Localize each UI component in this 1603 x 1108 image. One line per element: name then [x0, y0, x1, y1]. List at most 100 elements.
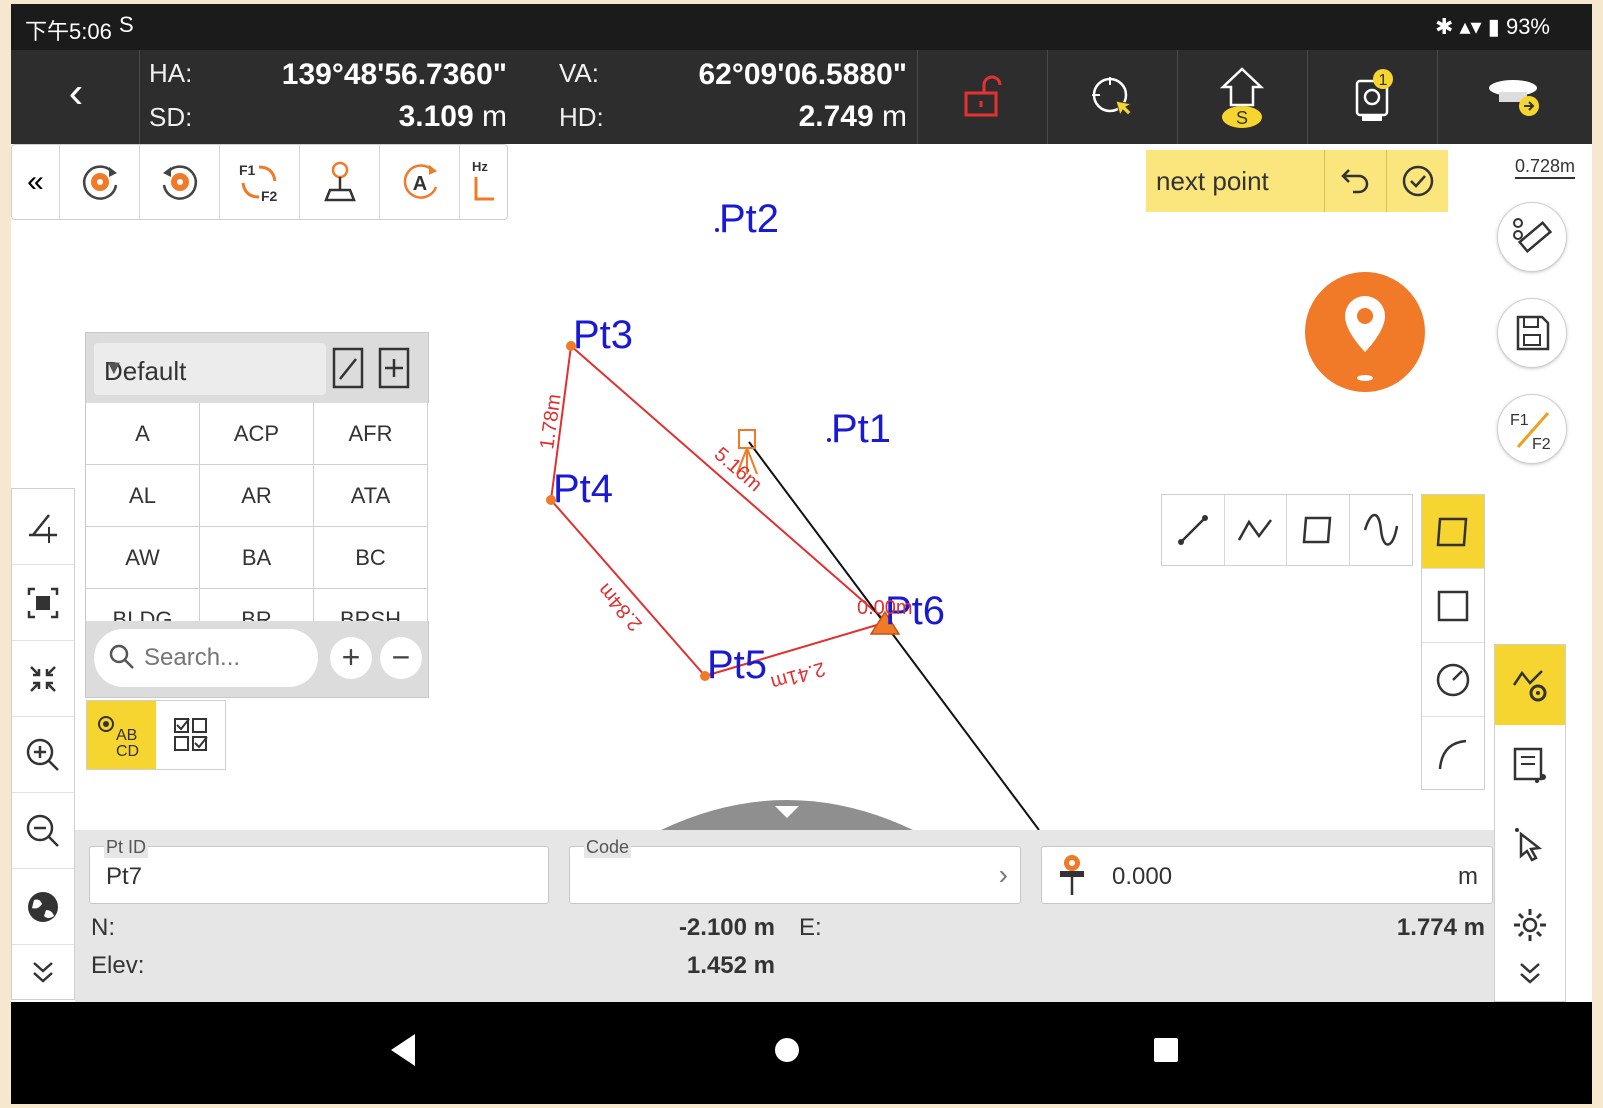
- face-swap-button[interactable]: F1 F2: [220, 145, 300, 219]
- code-field[interactable]: Code ›: [569, 837, 1021, 904]
- list-icon: [1513, 747, 1546, 783]
- multi-code-mode-button[interactable]: [156, 701, 225, 769]
- code-item[interactable]: BRSH: [314, 589, 428, 621]
- rectangle-icon: [1437, 590, 1469, 621]
- code-item[interactable]: AL: [86, 465, 200, 527]
- expand-right-button[interactable]: [1495, 945, 1565, 1001]
- polygon-shape-button[interactable]: [1422, 495, 1484, 569]
- layer-dropdown[interactable]: Default ▼: [94, 343, 326, 395]
- shape-tools: [1421, 494, 1485, 790]
- code-item[interactable]: BA: [200, 527, 314, 589]
- zoom-out-icon: [26, 814, 59, 847]
- arc-shape-button[interactable]: [1422, 717, 1484, 791]
- f1-f2-swap-icon: F1 F2: [239, 162, 278, 204]
- target-height-field[interactable]: 0.000 m: [1041, 846, 1493, 904]
- edit-code-button[interactable]: [330, 345, 370, 393]
- nav-home-icon[interactable]: [771, 1032, 803, 1068]
- save-button[interactable]: [1497, 298, 1567, 368]
- collapse-icon: «: [27, 165, 44, 198]
- line-pt4-pt5: [550, 499, 706, 677]
- zoom-in-list-button[interactable]: +: [330, 637, 372, 679]
- f1-label: F1: [1510, 412, 1529, 429]
- code-item[interactable]: AW: [86, 527, 200, 589]
- app-window: 下午5:06 S ✱ ▴▾ ▮ 93% ‹ HA: 139°48'56.7360…: [11, 4, 1592, 1104]
- code-search: [94, 629, 318, 687]
- undo-button[interactable]: [1324, 150, 1386, 212]
- right-map-toolbar: [1494, 644, 1566, 1002]
- pt-id-value: Pt7: [106, 863, 143, 890]
- collapse-toolbar-button[interactable]: «: [12, 145, 60, 219]
- f1-label: F1: [239, 162, 256, 178]
- dimension-label: 2.84m: [594, 579, 647, 635]
- double-chevron-down-icon: [33, 962, 53, 983]
- stakeout-tool-button[interactable]: [12, 489, 74, 565]
- rotate-ccw-button[interactable]: [140, 145, 220, 219]
- code-item[interactable]: A: [86, 403, 200, 465]
- dimension-label: 1.78m: [536, 393, 566, 451]
- nav-recents-icon[interactable]: [1151, 1032, 1181, 1068]
- code-item[interactable]: BLDG: [86, 589, 200, 621]
- nav-back-icon[interactable]: [389, 1032, 419, 1068]
- point-list-button[interactable]: [1495, 725, 1565, 805]
- code-grid: A ACP AFR AL AR ATA AW BA BC BLDG BR BRS…: [86, 403, 430, 621]
- elev-label: Elev:: [91, 952, 145, 979]
- rotate-cw-button[interactable]: [60, 145, 140, 219]
- code-item[interactable]: AFR: [314, 403, 428, 465]
- zoom-in-button[interactable]: [12, 717, 74, 793]
- add-code-button[interactable]: [376, 345, 416, 393]
- ruler-icon: [1513, 218, 1553, 253]
- circle-shape-button[interactable]: [1422, 643, 1484, 717]
- search-input[interactable]: [144, 639, 304, 677]
- instrument-toolbar: « F1 F2 A Hz: [11, 144, 508, 220]
- pt-id-label: Pt ID: [104, 837, 149, 858]
- caret-down-icon: ▼: [104, 357, 124, 379]
- confirm-button[interactable]: [1386, 150, 1448, 212]
- auto-search-button[interactable]: A: [380, 145, 460, 219]
- scale-bar: 0.728m: [1515, 156, 1576, 179]
- joystick-icon: [323, 161, 356, 202]
- collapse-view-button[interactable]: [12, 641, 74, 717]
- ab-label: AB: [116, 727, 137, 744]
- undo-icon: [1340, 169, 1368, 194]
- polygon-tool-button[interactable]: [1287, 495, 1350, 565]
- joystick-button[interactable]: [300, 145, 380, 219]
- code-item[interactable]: AR: [200, 465, 314, 527]
- edit-icon: [332, 347, 364, 389]
- point-label: Pt4: [553, 467, 613, 511]
- face-toggle-button[interactable]: F1 F2: [1497, 394, 1567, 464]
- left-map-toolbar: [11, 488, 75, 1000]
- f1-f2-icon: F1 F2: [1510, 412, 1551, 453]
- single-code-mode-button[interactable]: AB CD: [87, 701, 156, 769]
- basemap-button[interactable]: [12, 869, 74, 945]
- line-settings-button[interactable]: [1495, 645, 1565, 725]
- line-tool-button[interactable]: [1162, 495, 1225, 565]
- rectangle-shape-button[interactable]: [1422, 569, 1484, 643]
- point-label: Pt2: [719, 197, 779, 241]
- rotate-cw-icon: [82, 165, 117, 200]
- measure-tool-button[interactable]: [1497, 202, 1567, 272]
- prism-pole-icon: [1060, 855, 1084, 895]
- f2-label: F2: [261, 188, 278, 204]
- point-label: Pt5: [707, 643, 767, 687]
- code-item[interactable]: BC: [314, 527, 428, 589]
- code-item[interactable]: BR: [200, 589, 314, 621]
- pt-id-field[interactable]: Pt ID Pt7: [89, 837, 549, 904]
- curve-tool-button[interactable]: [1350, 495, 1413, 565]
- polyline-tool-button[interactable]: [1225, 495, 1287, 565]
- zoom-extent-icon: [27, 587, 59, 618]
- locate-button[interactable]: [1305, 268, 1425, 402]
- code-item[interactable]: ACP: [200, 403, 314, 465]
- code-item[interactable]: ATA: [314, 465, 428, 527]
- zoom-out-button[interactable]: [12, 793, 74, 869]
- sight-line: [748, 441, 1040, 831]
- select-tool-button[interactable]: [1495, 805, 1565, 885]
- expand-left-button[interactable]: [12, 945, 74, 999]
- code-panel: Default ▼ A ACP AFR AL AR ATA AW BA BC B…: [85, 332, 430, 698]
- polygon-icon: [1302, 516, 1332, 544]
- zoom-extent-button[interactable]: [12, 565, 74, 641]
- curve-icon: [1363, 513, 1398, 546]
- hz-zero-button[interactable]: Hz: [460, 145, 505, 219]
- cursor-icon: [1515, 828, 1543, 862]
- location-pin-icon: [1305, 272, 1425, 392]
- zoom-out-list-button[interactable]: −: [380, 637, 422, 679]
